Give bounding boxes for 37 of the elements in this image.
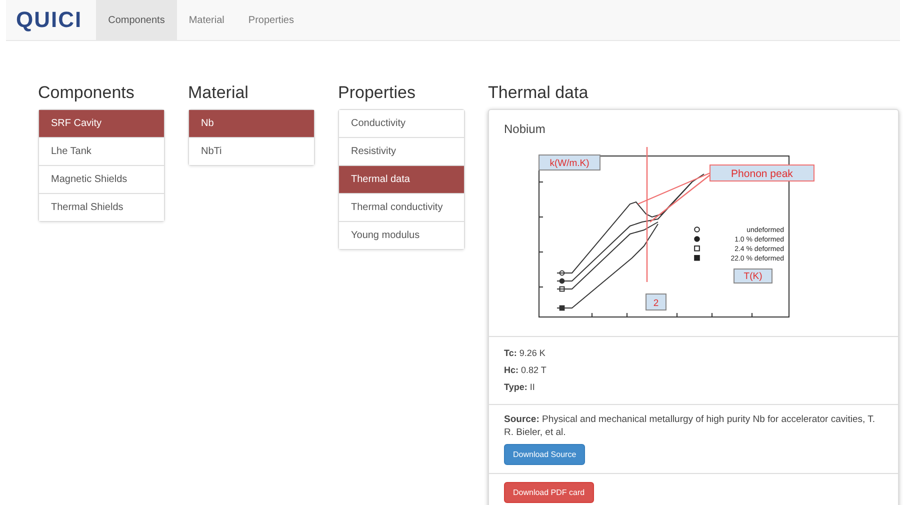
annotation-label: 2 [653, 298, 659, 309]
annotation-box [646, 294, 666, 310]
property-text: Hc: 0.82 T [504, 364, 548, 377]
list-item[interactable]: Young modulus [339, 221, 464, 249]
legend-marker-icon [694, 236, 700, 242]
list-item[interactable]: Nb [189, 110, 314, 137]
legend-marker-icon [694, 226, 700, 232]
list-item[interactable]: Resistivity [339, 137, 464, 165]
legend-marker-icon [694, 255, 700, 261]
list-item[interactable]: Thermal Shields [39, 193, 164, 221]
list-item[interactable]: Magnetic Shields [39, 165, 164, 193]
annotation-label: T(K) [744, 271, 762, 282]
panel-heading: Thermal data [488, 83, 590, 103]
list-item[interactable]: Thermal conductivity [339, 193, 464, 221]
nav-tab[interactable]: Material [176, 0, 236, 40]
annotation-box [734, 268, 772, 284]
legend-marker-icon [694, 246, 700, 252]
column-heading: Components [38, 83, 136, 103]
annotation-box [538, 154, 600, 170]
download-pdf-button[interactable]: Download PDF card [504, 482, 594, 503]
nav-tab[interactable]: Properties [236, 0, 306, 40]
list-item[interactable]: NbTi [189, 137, 314, 165]
annotation-label: Phonon peak [731, 168, 793, 180]
list-item[interactable]: Thermal data [339, 165, 464, 193]
nav-tab[interactable]: Components [96, 0, 177, 40]
column-heading: Material [188, 83, 250, 103]
list-item[interactable]: Conductivity [339, 110, 464, 137]
list-item[interactable]: SRF Cavity [39, 110, 164, 137]
property-text: Tc: 9.26 K [504, 347, 546, 360]
annotation-label: k(W/m.K) [550, 158, 590, 169]
list-item[interactable]: Lhe Tank [39, 137, 164, 165]
brand-logo[interactable]: QUICI [6, 0, 96, 40]
material-title: Nobium [504, 122, 546, 136]
download-source-button[interactable]: Download Source [504, 444, 586, 465]
source-text: Source: Physical and mechanical metallurgy of high purity Nb for accelerator cavities, T. R. Bieler, et al. [504, 413, 876, 439]
property-text: Type: II [504, 381, 536, 394]
column-heading: Properties [338, 83, 416, 103]
